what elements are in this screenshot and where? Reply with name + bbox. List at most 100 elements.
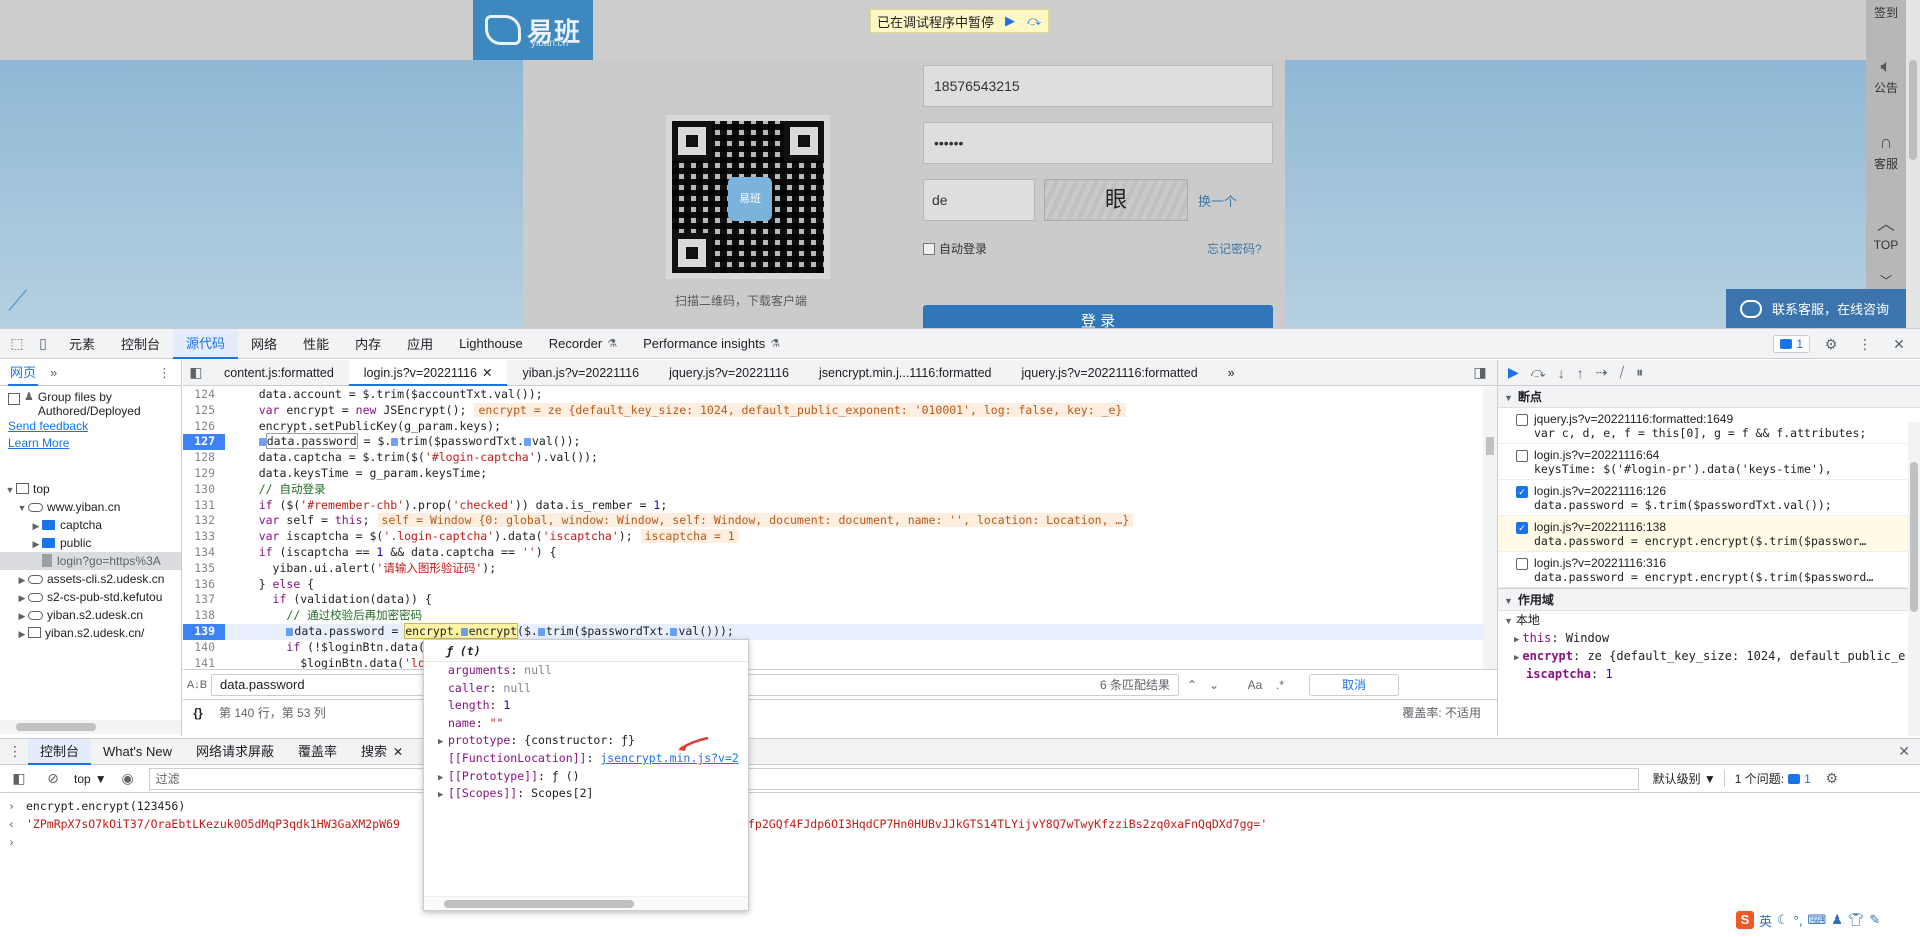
close-devtools-icon[interactable]: ✕ <box>1886 331 1912 357</box>
keyboard-icon[interactable]: ⌨ <box>1807 912 1826 928</box>
code-view[interactable]: 124 data.account = $.trim($accountTxt.va… <box>183 387 1483 669</box>
regex-button[interactable]: .* <box>1269 674 1291 696</box>
context-select[interactable]: top ▼ <box>74 772 107 786</box>
line-number[interactable]: 125 <box>183 403 225 419</box>
line-number[interactable]: 128 <box>183 450 225 466</box>
line-number[interactable]: 133 <box>183 529 225 545</box>
live-expression-eye-icon[interactable]: ◉ <box>115 766 141 792</box>
line-number[interactable]: 129 <box>183 466 225 482</box>
close-drawer-icon[interactable]: ✕ <box>1898 743 1910 760</box>
breakpoint-checkbox-checked[interactable]: ✓ <box>1516 522 1528 534</box>
line-number[interactable]: 135 <box>183 561 225 577</box>
popover-hscrollbar[interactable] <box>424 896 748 910</box>
ime-toolbar[interactable]: S 英 ☾ °, ⌨ ♟ 👕︎ ✎ <box>1736 909 1881 931</box>
code-line[interactable]: 136 } else { <box>183 577 1483 593</box>
tree-item-folder[interactable]: ▶ captcha <box>0 516 181 534</box>
console-settings-gear-icon[interactable]: ⚙ <box>1819 766 1845 792</box>
breakpoint-line-number[interactable]: 139 <box>183 623 225 640</box>
line-number[interactable]: 132 <box>183 513 225 529</box>
issues-badge[interactable]: 1 <box>1773 335 1810 353</box>
pretty-print-icon[interactable]: {} <box>183 706 213 720</box>
resume-icon[interactable]: ▶︎ <box>1508 364 1519 381</box>
breakpoint-checkbox[interactable] <box>1516 414 1528 426</box>
code-line[interactable]: 124 data.account = $.trim($accountTxt.va… <box>183 387 1483 403</box>
line-number[interactable]: 134 <box>183 545 225 561</box>
group-files-checkbox[interactable] <box>8 393 20 405</box>
tree-item-frame[interactable]: ▶ yiban.s2.udesk.cn/ <box>0 624 181 642</box>
breakpoint-checkbox-checked[interactable]: ✓ <box>1516 486 1528 498</box>
tab-recorder[interactable]: Recorder ⚗ <box>536 329 630 359</box>
breakpoint-item-paused[interactable]: ✓ login.js?v=20221116:138 data.password … <box>1498 516 1920 552</box>
prev-match-icon[interactable]: ⌃ <box>1181 674 1203 696</box>
captcha-refresh-link[interactable]: 换一个 <box>1198 191 1237 210</box>
code-line[interactable]: 133 var iscaptcha = $('.login-captcha').… <box>183 529 1483 545</box>
phone-input[interactable]: 18576543215 <box>923 65 1273 107</box>
login-button[interactable]: 登 录 <box>923 305 1273 328</box>
sidebar-toggle-icon[interactable]: ◧ <box>6 766 32 792</box>
clear-console-icon[interactable]: ⊘ <box>40 766 66 792</box>
code-line[interactable]: 130 // 自动登录 <box>183 482 1483 498</box>
code-line[interactable]: 131 if ($('#remember-chb').prop('checked… <box>183 498 1483 514</box>
group-files-option[interactable]: ♟ Group files by Authored/Deployed <box>0 386 181 418</box>
punctuation-icon[interactable]: °, <box>1794 913 1803 928</box>
breakpoints-header[interactable]: ▼ 断点 <box>1498 386 1920 408</box>
step-out-icon[interactable]: ↑ <box>1577 365 1584 381</box>
tree-item-domain[interactable]: ▶ assets-cli.s2.udesk.cn <box>0 570 181 588</box>
page-scrollbar[interactable] <box>1906 0 1920 328</box>
tree-item-folder[interactable]: ▶ public <box>0 534 181 552</box>
tab-page[interactable]: 网页 <box>8 360 39 386</box>
drawer-tab-console[interactable]: 控制台 <box>28 738 92 765</box>
resume-icon[interactable]: ▶ <box>1002 13 1018 29</box>
file-tab[interactable]: jsencrypt.min.j...1116:formatted <box>804 360 1007 386</box>
navigator-hscroll-thumb[interactable] <box>16 723 96 731</box>
console-filter-input[interactable]: 过滤 <box>148 767 1639 790</box>
toggle-navigator-icon[interactable]: ◧ <box>183 360 209 386</box>
drawer-menu-icon[interactable]: ⋮ <box>2 739 28 765</box>
inline-breakpoint-marker[interactable] <box>523 438 531 447</box>
learn-more-link[interactable]: Learn More <box>0 435 181 452</box>
more-options-icon[interactable]: ⋮ <box>1852 331 1878 357</box>
close-tab-icon[interactable]: ✕ <box>393 745 403 759</box>
breakpoint-item[interactable]: jquery.js?v=20221116:formatted:1649 var … <box>1498 408 1920 444</box>
line-number[interactable]: 130 <box>183 482 225 498</box>
popover-hscroll-thumb[interactable] <box>444 900 634 908</box>
captcha-input[interactable]: de <box>923 179 1035 221</box>
code-line[interactable]: 137 if (validation(data)) { <box>183 592 1483 608</box>
file-tab[interactable]: yiban.js?v=20221116 <box>507 360 654 386</box>
more-tabs-icon[interactable]: » <box>1213 360 1250 386</box>
code-line[interactable]: 135 yiban.ui.alert('请输入图形验证码'); <box>183 561 1483 577</box>
file-tab[interactable]: jquery.js?v=20221116 <box>654 360 804 386</box>
scope-var-encrypt[interactable]: ▶ encrypt: ze {default_key_size: 1024, de… <box>1498 647 1920 665</box>
next-match-icon[interactable]: ⌄ <box>1203 674 1225 696</box>
chevron-down-icon[interactable]: ﹀ <box>1866 272 1906 289</box>
deactivate-breakpoints-icon[interactable]: ⧸ <box>1619 364 1624 381</box>
scope-local-header[interactable]: ▼ 本地 <box>1498 611 1920 629</box>
breakpoint-item[interactable]: ✓ login.js?v=20221116:126 data.password … <box>1498 480 1920 516</box>
tree-item-top[interactable]: ▼ top <box>0 480 181 498</box>
inspect-element-icon[interactable]: ⬚ <box>4 331 30 357</box>
step-icon[interactable]: ⇢ <box>1596 364 1608 381</box>
debugger-vscroll-thumb[interactable] <box>1910 462 1918 612</box>
step-over-icon[interactable]: ⤼ <box>1531 364 1546 381</box>
drawer-tab-whats-new[interactable]: What's New <box>91 739 184 765</box>
replace-toggle-icon[interactable]: A↓B <box>183 679 211 691</box>
inline-breakpoint-marker[interactable] <box>286 627 294 636</box>
line-number[interactable]: 141 <box>183 656 225 669</box>
device-toolbar-icon[interactable]: ▯ <box>30 331 56 357</box>
skin-icon[interactable]: 👕︎ <box>1848 912 1865 928</box>
tab-console[interactable]: 控制台 <box>108 329 173 359</box>
line-number[interactable]: 124 <box>183 387 225 403</box>
user-icon[interactable]: ♟ <box>1831 912 1843 928</box>
console-output[interactable]: › encrypt.encrypt(123456) ‹ 'ZPmRpX7sO7kOi… <box>0 793 1920 851</box>
navigator-hscrollbar[interactable] <box>0 720 181 734</box>
service-chat-bar[interactable]: 联系客服，在线咨询 <box>1726 289 1906 328</box>
pause-on-exceptions-icon[interactable]: ⏸ <box>1636 364 1643 381</box>
rail-top[interactable]: ︿ TOP <box>1866 210 1906 252</box>
code-line[interactable]: 141 $loginBtn.data('lock', true); <box>183 656 1483 669</box>
tab-sources[interactable]: 源代码 <box>173 328 239 359</box>
scope-var-this[interactable]: ▶ this: Window <box>1498 629 1920 647</box>
inline-breakpoint-marker[interactable] <box>258 438 266 447</box>
tab-memory[interactable]: 内存 <box>342 329 394 359</box>
tab-application[interactable]: 应用 <box>394 329 446 359</box>
inline-breakpoint-marker[interactable] <box>537 627 545 636</box>
